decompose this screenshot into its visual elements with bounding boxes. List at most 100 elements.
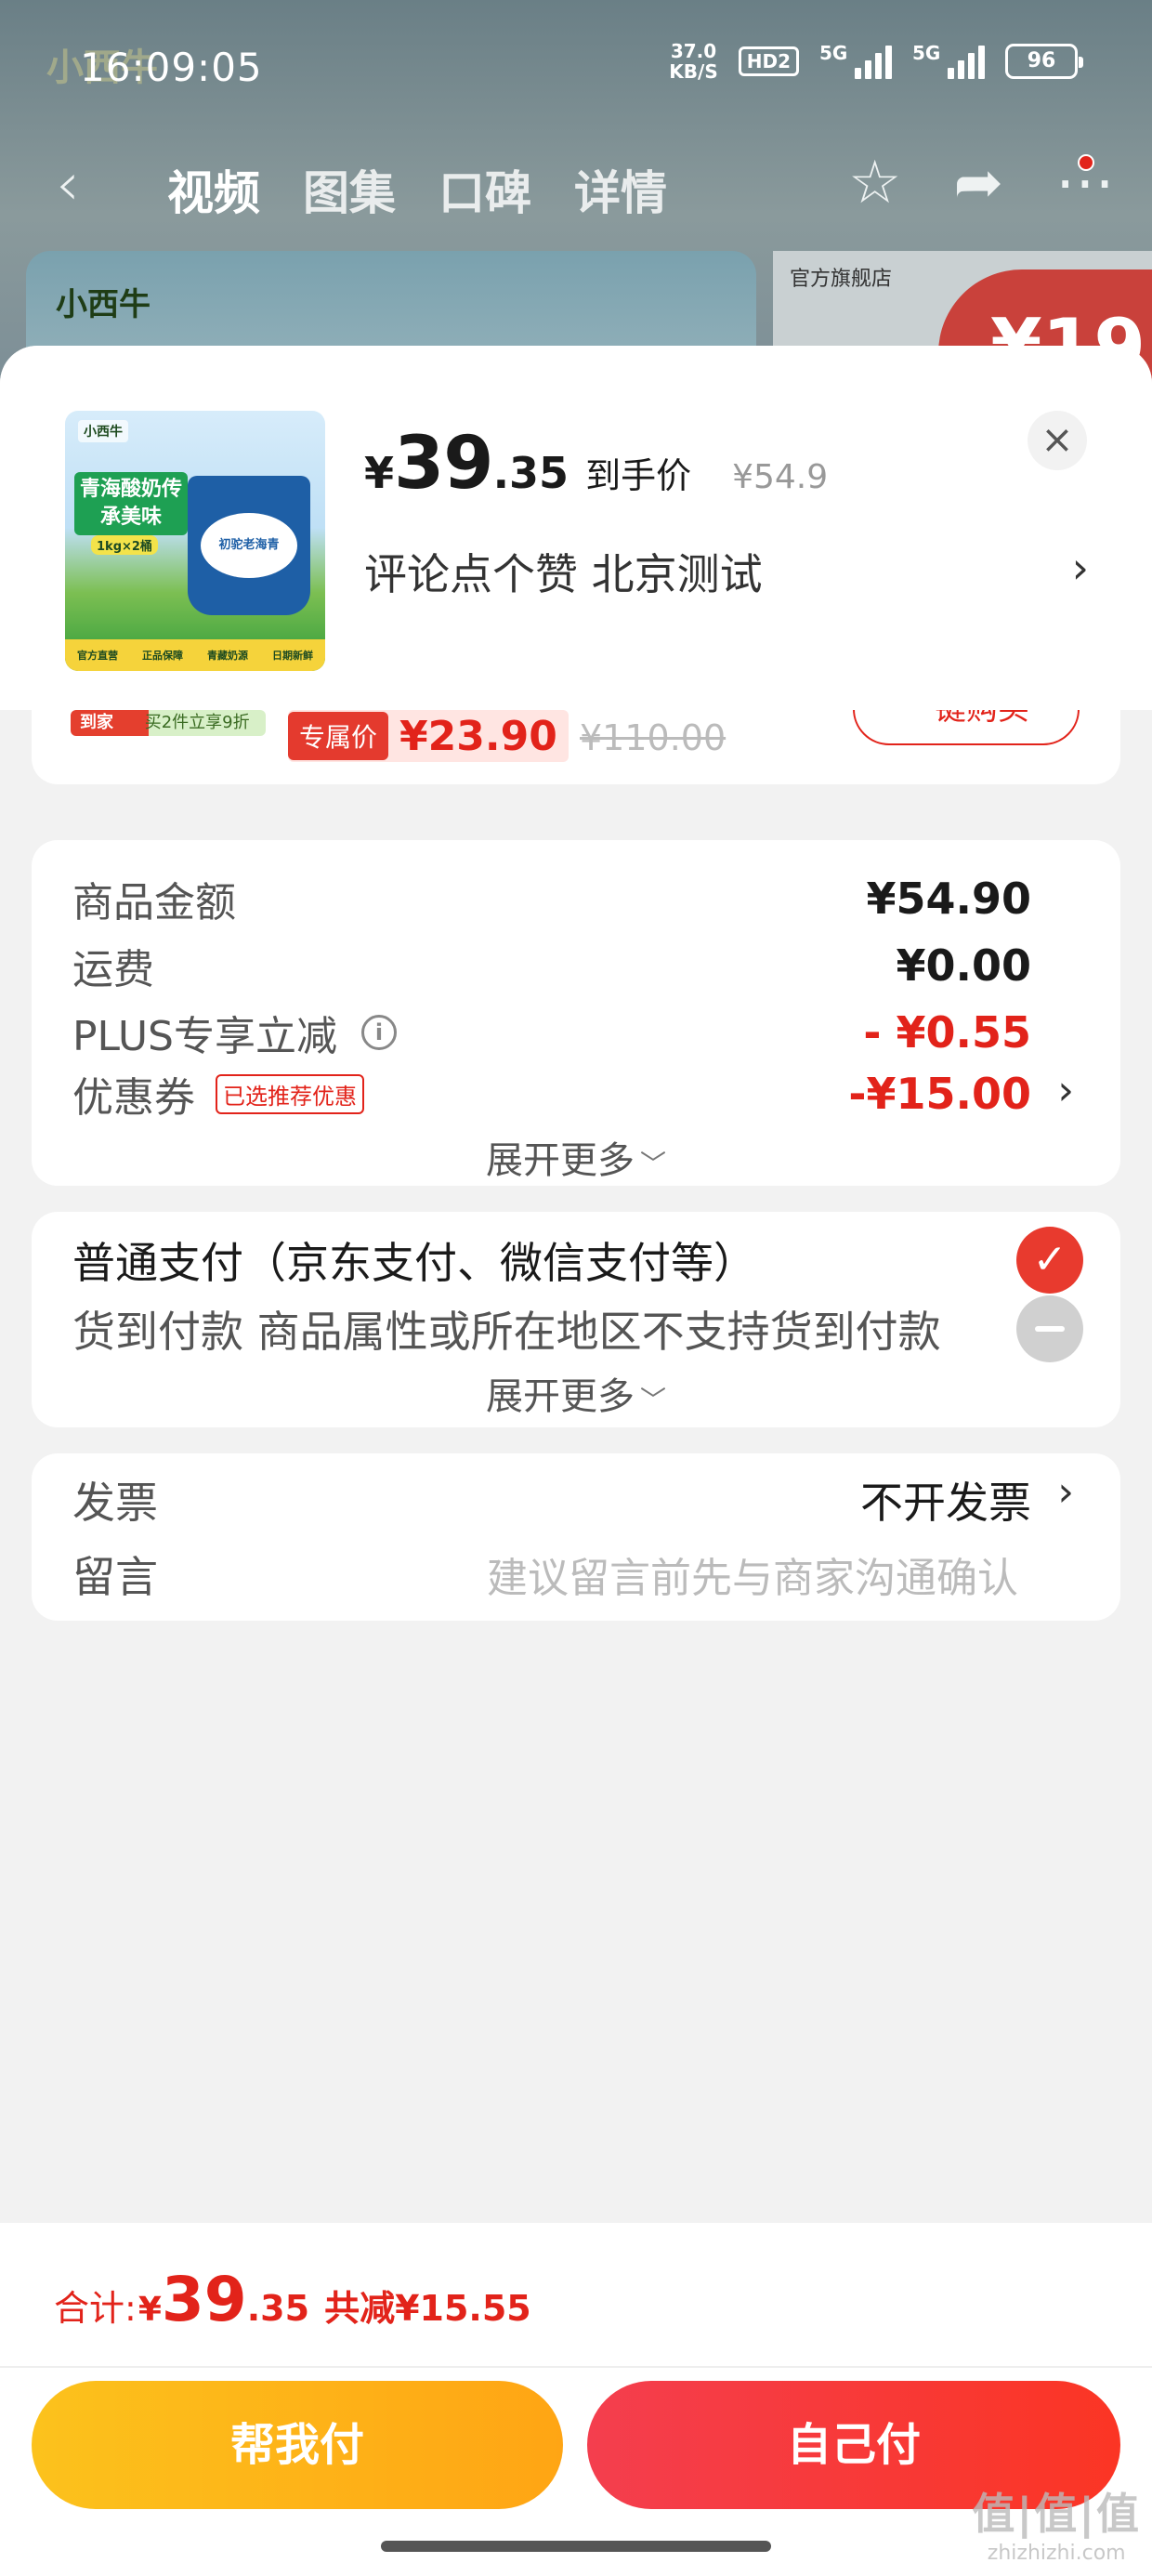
message-input[interactable]: 建议留言前先与商家沟通确认 [487, 1544, 1018, 1604]
badge: 官方直营 [77, 650, 118, 662]
tab-gallery[interactable]: 图集 [303, 156, 396, 223]
badge: 日期新鲜 [272, 650, 313, 662]
chevron-left-icon[interactable]: ‹ [56, 151, 80, 219]
product-nav-bar: ‹ 视频 图集 口碑 详情 ☆ ➦ ⋯ [0, 139, 1152, 242]
final-price: ¥ 39 .35 到手价 ¥54.9 [364, 422, 828, 506]
close-icon[interactable]: × [1028, 411, 1087, 470]
expand-label: 展开更多 [485, 1375, 635, 1418]
signal-label: 5G [819, 42, 848, 64]
summary-row-plus: PLUS专享立减 i - ¥0.55 [72, 1000, 1031, 1065]
expand-more-button[interactable]: 展开更多 ﹀ [32, 1130, 1120, 1184]
sheet-header: 小西牛 青海酸奶传承美味 1kg×2桶 初驼老海青 官方直营 正品保障 青藏奶源… [0, 346, 1152, 710]
tab-reviews[interactable]: 口碑 [439, 156, 531, 223]
summary-label-wrap: PLUS专享立减 i [72, 1003, 397, 1062]
price-summary-card: 商品金额 ¥54.90 运费 ¥0.00 PLUS专享立减 i - ¥0.55 … [32, 840, 1120, 1186]
product-slogan: 青海酸奶传承美味 [74, 472, 188, 535]
summary-value: ¥0.00 [896, 940, 1031, 991]
summary-value: ¥54.90 [866, 874, 1031, 924]
tab-video[interactable]: 视频 [167, 156, 260, 223]
promo-tag: 到家 买2件立享9折 [71, 710, 266, 736]
status-indicators: 37.0 KB/S HD2 5G 5G 96 [669, 41, 1083, 82]
exclusive-price: 专属价 ¥23.90 [288, 710, 569, 762]
price-tag: 到手价 [585, 455, 692, 496]
total-decimal: .35 [246, 2288, 310, 2329]
chevron-down-icon: ﹀ [639, 1149, 666, 1179]
summary-value: -¥15.00 [848, 1069, 1031, 1119]
summary-label-wrap: 优惠券 已选推荐优惠 [72, 1064, 364, 1124]
exclusive-value: ¥23.90 [399, 712, 557, 760]
summary-label: 商品金额 [72, 879, 236, 927]
signal-label-secondary: 5G [912, 42, 941, 64]
total-label: 合计: [54, 2288, 137, 2329]
payment-label: 普通支付（京东支付、微信支付等） [72, 1238, 756, 1288]
disabled-icon [1016, 1295, 1083, 1362]
checkout-bottom-bar: 合计: ¥ 39 .35 共减¥15.55 帮我付 自己付 值|值|值 zhiz… [0, 2223, 1152, 2576]
product-brand-logo: 小西牛 [78, 420, 128, 442]
share-icon[interactable]: ➦ [953, 149, 1003, 217]
invoice-row[interactable]: 发票 不开发票 [72, 1465, 1083, 1535]
help-pay-button[interactable]: 帮我付 [32, 2381, 563, 2509]
chevron-right-icon[interactable]: › [1057, 1468, 1074, 1516]
product-image: 小西牛 青海酸奶传承美味 1kg×2桶 初驼老海青 官方直营 正品保障 青藏奶源… [65, 411, 325, 671]
invoice-label: 发票 [72, 1478, 158, 1528]
divider [0, 2366, 1152, 2368]
total-saving: 共减¥15.55 [324, 2288, 531, 2329]
network-speed-value: 37.0 [670, 40, 717, 62]
summary-row-coupon[interactable]: 优惠券 已选推荐优惠 -¥15.00 [72, 1061, 1031, 1126]
total-symbol: ¥ [137, 2291, 162, 2329]
payment-method-card: 普通支付（京东支付、微信支付等） ✓ 货到付款 商品属性或所在地区不支持货到付款… [32, 1212, 1120, 1427]
total-integer: 39 [161, 2264, 247, 2335]
tab-details[interactable]: 详情 [574, 156, 667, 223]
watermark-url: zhizhizhi.com [987, 2542, 1126, 2565]
brand-logo-bg: 小西牛 [56, 286, 151, 323]
price-symbol: ¥ [364, 448, 395, 498]
chevron-down-icon: ﹀ [639, 1385, 666, 1415]
price-integer: 39 [394, 422, 494, 506]
summary-label: PLUS专享立减 [72, 1013, 337, 1060]
notification-dot [1078, 154, 1094, 171]
badge: 青藏奶源 [207, 650, 248, 662]
nav-tabs: 视频 图集 口碑 详情 [167, 156, 667, 223]
expand-more-button[interactable]: 展开更多 ﹀ [32, 1366, 1120, 1420]
product-badges: 官方直营 正品保障 青藏奶源 日期新鲜 [65, 639, 325, 671]
promo-tag-left: 到家 [80, 713, 113, 732]
nav-actions: ☆ ➦ ⋯ [848, 149, 1115, 217]
info-icon[interactable]: i [361, 1015, 397, 1050]
network-speed-unit: KB/S [669, 60, 718, 83]
signal-5g-secondary-icon: 5G [912, 42, 985, 79]
badge: 正品保障 [142, 650, 183, 662]
coupon-tag: 已选推荐优惠 [216, 1073, 364, 1114]
hd-voice-icon: HD2 [738, 46, 799, 76]
promo-original-price: ¥110.00 [580, 717, 727, 758]
chevron-right-icon[interactable]: › [1072, 543, 1089, 593]
chevron-right-icon[interactable]: › [1057, 1067, 1074, 1114]
expand-label: 展开更多 [485, 1139, 635, 1182]
message-row[interactable]: 留言 建议留言前先与商家沟通确认 [72, 1539, 1083, 1610]
summary-value: - ¥0.55 [863, 1007, 1031, 1058]
star-icon[interactable]: ☆ [848, 149, 901, 217]
original-price: ¥54.9 [732, 458, 829, 496]
summary-label: 优惠券 [72, 1074, 195, 1122]
invoice-value: 不开发票 [860, 1478, 1031, 1528]
payment-option-normal[interactable]: 普通支付（京东支付、微信支付等） ✓ [72, 1225, 1083, 1295]
status-time: 16:09:05 [80, 45, 263, 90]
exclusive-label: 专属价 [288, 712, 389, 760]
network-speed: 37.0 KB/S [669, 41, 717, 82]
payment-option-cod: 货到付款 商品属性或所在地区不支持货到付款 [72, 1294, 1083, 1364]
price-decimal: .35 [492, 448, 569, 498]
message-label: 留言 [72, 1552, 158, 1602]
promo-tag-right: 买2件立享9折 [144, 713, 250, 732]
summary-label: 运费 [72, 946, 154, 993]
product-pack-spec: 1kg×2桶 [91, 535, 158, 555]
summary-row-goods: 商品金额 ¥54.90 [72, 866, 1031, 931]
checkmark-icon[interactable]: ✓ [1016, 1227, 1083, 1294]
battery-icon: 96 [1005, 44, 1083, 79]
home-indicator[interactable] [381, 2541, 771, 2552]
bucket-label: 初驼老海青 [201, 513, 297, 578]
signal-5g-icon: 5G [819, 42, 892, 79]
payment-label: 货到付款 商品属性或所在地区不支持货到付款 [72, 1307, 941, 1357]
watermark: 值|值|值 zhizhizhi.com [972, 2480, 1141, 2565]
summary-row-shipping: 运费 ¥0.00 [72, 933, 1031, 998]
spec-selector[interactable]: 评论点个赞 北京测试 [364, 541, 1089, 602]
watermark-logo: 值|值|值 [972, 2489, 1141, 2539]
